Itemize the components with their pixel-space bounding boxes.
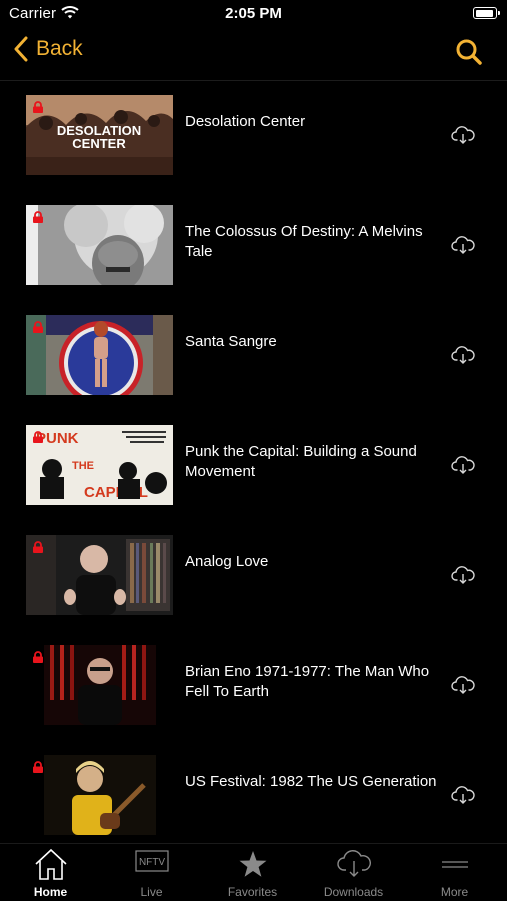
thumbnail-image — [26, 205, 173, 285]
video-title: Analog Love — [185, 553, 269, 570]
cloud-download-icon[interactable] — [451, 566, 475, 584]
list-item[interactable]: Brian Eno 1971-1977: The Man Who Fell To… — [0, 631, 507, 741]
tab-home[interactable]: Home — [0, 844, 101, 901]
status-time: 2:05 PM — [225, 5, 282, 22]
video-title: Brian Eno 1971-1977: The Man Who Fell To… — [185, 663, 430, 700]
list-item[interactable]: The Colossus Of Destiny: A Melvins Tale — [0, 191, 507, 301]
search-icon — [456, 39, 482, 65]
lock-icon — [33, 321, 43, 333]
thumbnail-image — [44, 755, 156, 835]
chevron-left-icon — [14, 36, 28, 62]
tab-downloads[interactable]: Downloads — [303, 844, 404, 901]
tab-bar: Home NFTV Live Favorites Downloads More — [0, 843, 507, 901]
cloud-download-icon[interactable] — [451, 126, 475, 144]
navigation-bar: Back — [0, 28, 507, 81]
svg-text:THE: THE — [72, 460, 94, 472]
cloud-download-icon — [336, 850, 371, 877]
list-item[interactable]: DESOLATION CENTER Desolation Center — [0, 81, 507, 191]
cloud-download-icon[interactable] — [451, 676, 475, 694]
list-item[interactable]: PUNK THE CAPITAL Punk the Capital: Build… — [0, 411, 507, 521]
thumbnail-image: PUNK THE CAPITAL — [26, 425, 173, 505]
nftv-text: NFTV — [138, 857, 164, 868]
thumbnail-image — [44, 645, 156, 725]
thumbnail-image — [26, 315, 173, 395]
svg-text:CENTER: CENTER — [72, 136, 126, 151]
lock-icon — [33, 211, 43, 223]
cloud-download-icon[interactable] — [451, 456, 475, 474]
search-button[interactable] — [455, 38, 483, 71]
lock-icon — [33, 541, 43, 553]
video-title: Santa Sangre — [185, 333, 277, 350]
cloud-download-icon[interactable] — [451, 786, 475, 804]
status-bar: Carrier 2:05 PM — [0, 0, 507, 28]
lock-icon — [33, 431, 43, 443]
tab-favorites[interactable]: Favorites — [202, 844, 303, 901]
list-item[interactable]: US Festival: 1982 The US Generation — [0, 741, 507, 843]
cloud-download-icon[interactable] — [451, 236, 475, 254]
video-list: DESOLATION CENTER Desolation Center The … — [0, 81, 507, 843]
tab-label: Favorites — [227, 885, 278, 899]
tab-label: More — [440, 885, 469, 899]
thumbnail-image: DESOLATION CENTER — [26, 95, 173, 175]
star-icon — [239, 851, 266, 877]
tab-more[interactable]: More — [404, 844, 505, 901]
video-title: Desolation Center — [185, 113, 306, 130]
back-label: Back — [36, 37, 83, 60]
tab-label: Downloads — [323, 885, 384, 899]
lock-icon — [33, 101, 43, 113]
back-button[interactable]: Back — [14, 36, 83, 62]
lock-icon — [33, 651, 43, 663]
list-item[interactable]: Santa Sangre — [0, 301, 507, 411]
tab-live[interactable]: NFTV Live — [101, 844, 202, 901]
house-icon — [34, 848, 67, 880]
lock-icon — [33, 761, 43, 773]
video-title: Punk the Capital: Building a Sound Movem… — [185, 443, 417, 480]
tab-label: Live — [140, 885, 163, 899]
cloud-download-icon[interactable] — [451, 346, 475, 364]
tab-label: Home — [33, 885, 68, 899]
video-title: US Festival: 1982 The US Generation — [185, 773, 437, 790]
battery-icon — [473, 7, 500, 19]
list-item[interactable]: Analog Love — [0, 521, 507, 631]
menu-lines-icon — [441, 861, 468, 868]
video-title: The Colossus Of Destiny: A Melvins Tale — [185, 223, 423, 260]
nftv-icon: NFTV — [134, 850, 169, 872]
thumbnail-image — [26, 535, 173, 615]
